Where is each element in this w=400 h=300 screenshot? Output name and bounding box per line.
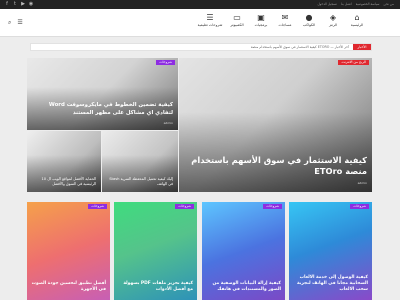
nav-item-messages[interactable]: ✉ مساجات bbox=[274, 13, 296, 28]
post-author: admin bbox=[163, 121, 173, 125]
featured-post-secondary[interactable]: شروحات كيفية تضمين الخطوط في مايكروسوفت … bbox=[27, 58, 178, 130]
nav-item-software[interactable]: ▣ برمجيات bbox=[250, 13, 272, 28]
featured-post-main[interactable]: الربح من الانترنت كيفية الاستثمار في سوق… bbox=[179, 58, 372, 192]
top-bar: f t ▶ ◉ تسجيل الدخول اتصل بنا سياسة الخص… bbox=[0, 0, 400, 9]
nav-item-label: مساجات bbox=[278, 23, 292, 27]
top-link[interactable]: تسجيل الدخول bbox=[317, 0, 337, 9]
card-overlay bbox=[179, 111, 372, 192]
nav-item-label: الكواكب bbox=[302, 23, 316, 27]
post-title[interactable]: كيفية تضمين الخطوط في مايكروسوفت Word لت… bbox=[32, 101, 173, 117]
category-badge[interactable]: شروحات bbox=[175, 204, 194, 209]
code-icon: ▣ bbox=[257, 13, 265, 22]
category-badge[interactable]: شروحات bbox=[156, 60, 175, 65]
rss-icon[interactable]: ◉ bbox=[28, 1, 34, 7]
category-badge[interactable]: شروحات bbox=[88, 204, 107, 209]
nav-item-home[interactable]: ⌂ الرئيسية bbox=[346, 13, 368, 28]
chat-icon: ✉ bbox=[281, 13, 289, 22]
post-tile[interactable]: شروحات أفضل تطبيق لتحسين جودة الصوت في ا… bbox=[27, 202, 110, 300]
post-author: admin bbox=[357, 181, 367, 185]
post-title[interactable]: الحماية الأفضل لمواقع الويب ال 10 الرئيس… bbox=[32, 177, 96, 187]
ticker-text[interactable]: كيفية الاستثمار في سوق الأسهم باستخدام م… bbox=[251, 44, 349, 50]
nav-item-label: الكمبيوتر bbox=[230, 23, 244, 27]
featured-post-small[interactable]: الحماية الأفضل لمواقع الويب ال 10 الرئيس… bbox=[27, 131, 101, 192]
post-title[interactable]: كيفية الوصول إلى خدمة الالعاب السحابية م… bbox=[293, 275, 368, 293]
facebook-icon[interactable]: f bbox=[4, 1, 10, 7]
nav-item-label: برمجيات bbox=[254, 23, 268, 27]
computer-icon: ▭ bbox=[233, 13, 241, 22]
nav-item-planets[interactable]: ● الكواكب bbox=[298, 13, 320, 28]
post-tile[interactable]: شروحات كيفية الوصول إلى خدمة الالعاب الس… bbox=[289, 202, 372, 300]
category-badge[interactable]: الربح من الانترنت bbox=[338, 60, 369, 65]
nav-item-label: الرئيسية bbox=[350, 23, 364, 27]
post-title[interactable]: كيفية تحرير ملفات PDF بسهولة مع أفضل الأ… bbox=[118, 281, 193, 293]
featured-post-small[interactable]: إليك كيفية تحميل المحفظة السرية Stash في… bbox=[102, 131, 178, 192]
home-icon: ⌂ bbox=[354, 13, 360, 22]
top-link[interactable]: اتصل بنا bbox=[341, 0, 352, 9]
menu-icon[interactable]: ☰ bbox=[17, 20, 22, 26]
category-badge[interactable]: شروحات bbox=[263, 204, 282, 209]
category-badge[interactable]: شروحات bbox=[350, 204, 369, 209]
post-title[interactable]: إليك كيفية تحميل المحفظة السرية Stash في… bbox=[107, 177, 173, 187]
planet-icon: ● bbox=[305, 13, 313, 22]
post-title[interactable]: أفضل تطبيق لتحسين جودة الصوت في الأجهزة bbox=[31, 281, 106, 293]
youtube-icon[interactable]: ▶ bbox=[20, 1, 26, 7]
book-icon: ☰ bbox=[206, 13, 214, 22]
nav-item-computer[interactable]: ▭ الكمبيوتر bbox=[226, 13, 248, 28]
ticker-label: الأخبار bbox=[353, 44, 371, 50]
post-tile[interactable]: شروحات كيفية تحرير ملفات PDF بسهولة مع أ… bbox=[114, 202, 197, 300]
nav-item-tag[interactable]: ◈ الرمز bbox=[322, 13, 344, 28]
top-links: تسجيل الدخول اتصل بنا سياسة الخصوصية من … bbox=[317, 0, 394, 9]
site-header: ⌂ الرئيسية ◈ الرمز ● الكواكب ✉ مساجات ▣ … bbox=[0, 9, 400, 37]
tag-icon: ◈ bbox=[329, 13, 337, 22]
top-link[interactable]: سياسة الخصوصية bbox=[356, 0, 380, 9]
nav-item-tutorials[interactable]: ☰ شروحات تعليمية bbox=[196, 13, 224, 28]
post-title[interactable]: كيفية إزالة البيانات الوصفية من الصور وا… bbox=[206, 281, 281, 293]
top-link[interactable]: من نحن bbox=[383, 0, 394, 9]
nav-item-label: شروحات تعليمية bbox=[197, 23, 223, 27]
post-tile[interactable]: شروحات كيفية إزالة البيانات الوصفية من ا… bbox=[202, 202, 285, 300]
main-nav: ⌂ الرئيسية ◈ الرمز ● الكواكب ✉ مساجات ▣ … bbox=[196, 13, 368, 28]
twitter-icon[interactable]: t bbox=[12, 1, 18, 7]
header-tools: ⌕ ☰ bbox=[8, 20, 23, 26]
nav-item-label: الرمز bbox=[329, 23, 337, 27]
post-title[interactable]: كيفية الاستثمار في سوق الأسهم باستخدام م… bbox=[184, 155, 367, 177]
news-ticker: الأخبار كيفية الاستثمار في سوق الأسهم با… bbox=[30, 43, 372, 51]
search-icon[interactable]: ⌕ bbox=[8, 20, 11, 26]
